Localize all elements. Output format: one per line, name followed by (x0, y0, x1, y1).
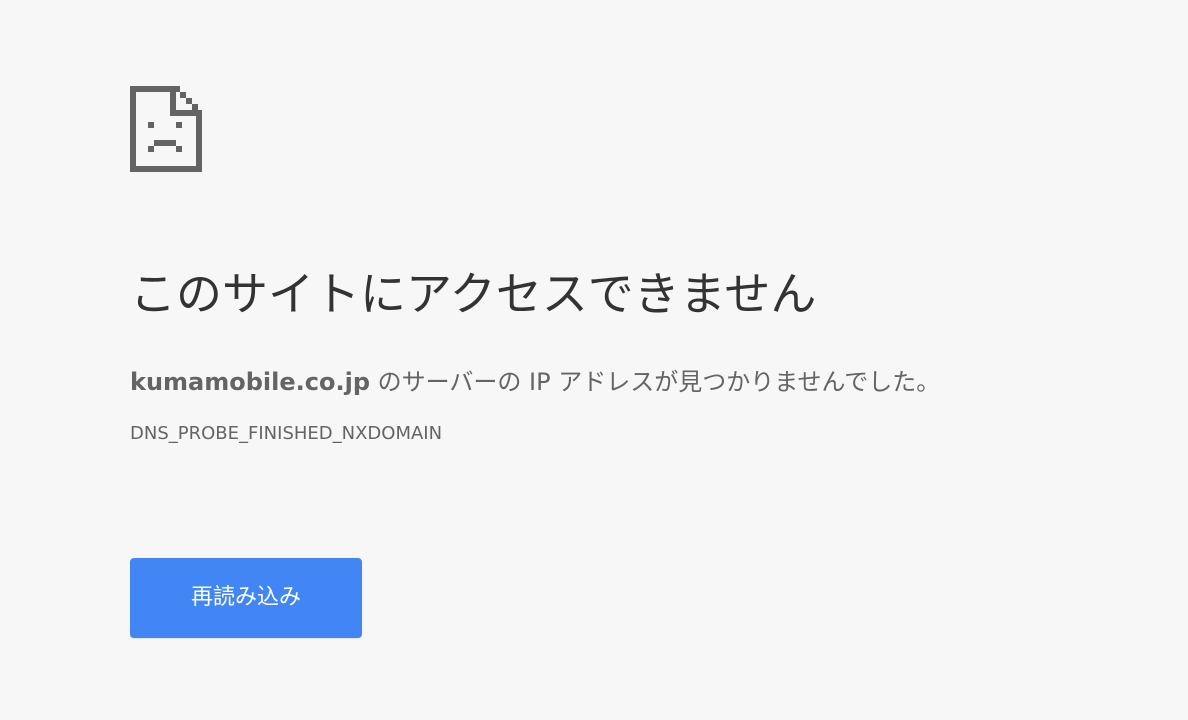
error-description: のサーバーの IP アドレスが見つかりませんでした。 (370, 368, 941, 396)
reload-button[interactable]: 再読み込み (130, 558, 362, 638)
sad-page-icon (130, 86, 202, 172)
error-code: DNS_PROBE_FINISHED_NXDOMAIN (130, 423, 443, 444)
error-message: kumamobile.co.jp のサーバーの IP アドレスが見つかりませんで… (130, 364, 940, 400)
page-title: このサイトにアクセスできません (130, 267, 817, 321)
error-page: このサイトにアクセスできません kumamobile.co.jp のサーバーの … (0, 0, 1188, 720)
error-host: kumamobile.co.jp (130, 368, 371, 396)
